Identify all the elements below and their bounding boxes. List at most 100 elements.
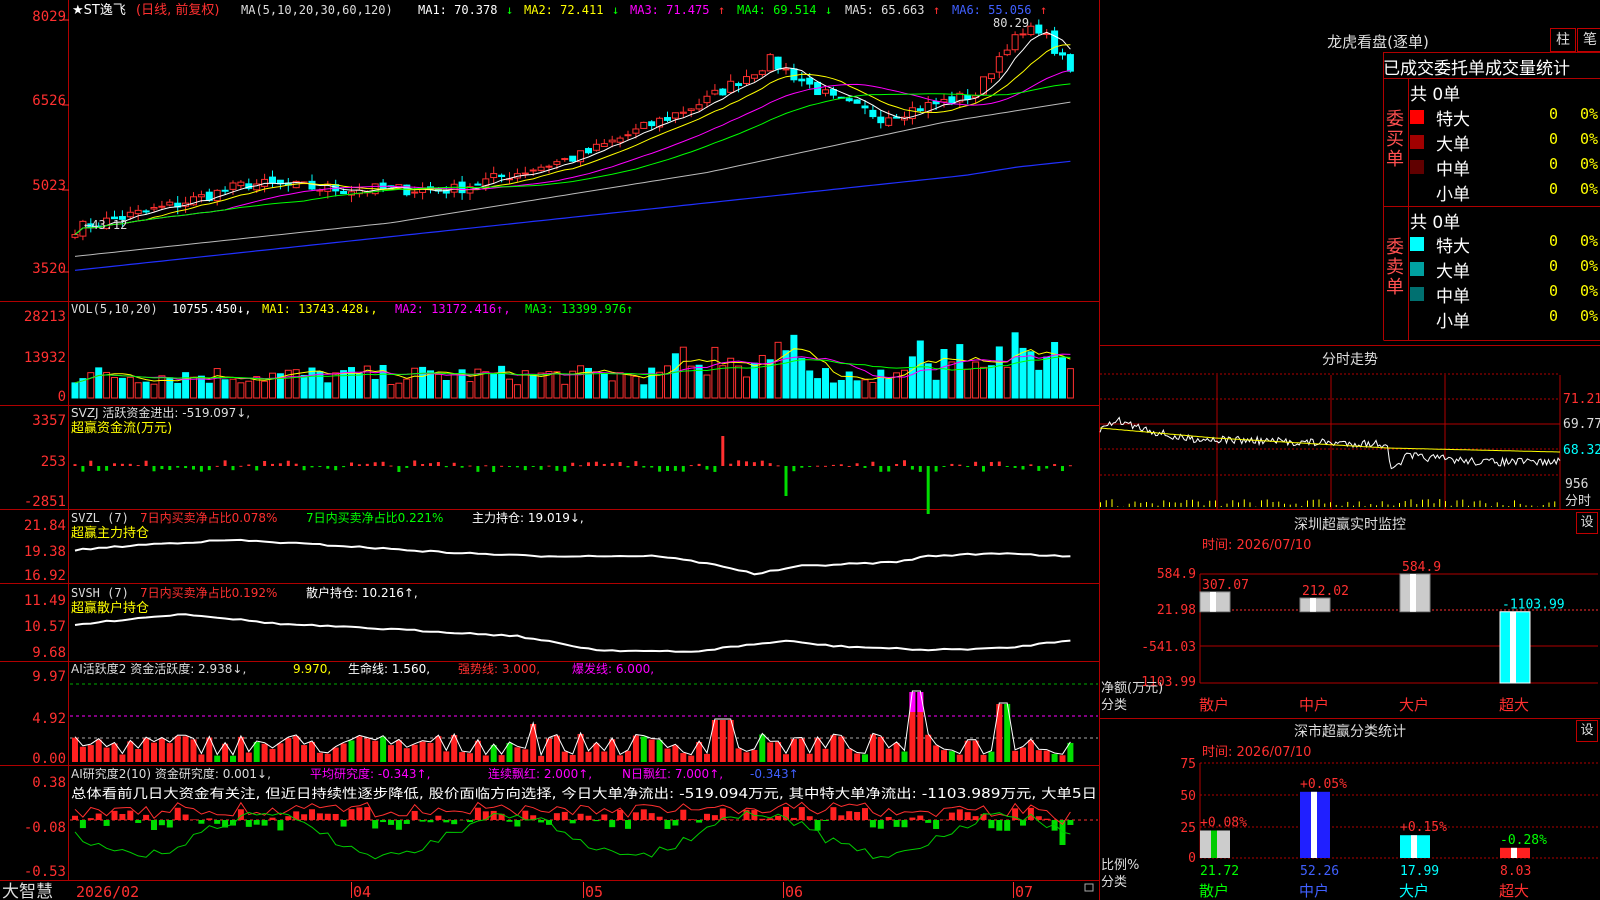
intraday-tick-1: 69.77 xyxy=(1563,417,1600,432)
svzj-bar xyxy=(942,466,946,467)
monitor-title: 深圳超赢实时监控 xyxy=(1294,517,1406,533)
buy-pct-medium: 0% xyxy=(1580,155,1599,173)
sell-pct-large: 0% xyxy=(1580,257,1599,275)
buy-swatch-small xyxy=(1410,185,1424,199)
ma3-arrow: ↑ xyxy=(718,3,725,17)
monitor-ytick-2: -541.03 xyxy=(1141,640,1196,655)
volume-bar xyxy=(261,380,269,399)
intraday-vol-bar xyxy=(1496,502,1498,507)
tick-mode-button[interactable]: 笔 xyxy=(1577,28,1600,52)
ai-research-panel[interactable] xyxy=(70,801,1098,860)
volume-bar xyxy=(750,362,758,399)
svzj-bar xyxy=(413,460,417,466)
svzj-bar xyxy=(184,466,188,469)
ai1-bar xyxy=(372,740,379,762)
ai1-bar xyxy=(293,735,300,762)
lock-icon[interactable] xyxy=(1084,883,1094,892)
volume-bar xyxy=(735,365,743,399)
ai2-bar xyxy=(174,807,181,820)
price-candle xyxy=(237,181,245,187)
monitor-settings-button[interactable]: 设 xyxy=(1576,512,1598,534)
monitor-bar-highlight xyxy=(1210,591,1216,612)
intraday-panel[interactable] xyxy=(1099,373,1561,509)
stats-value-label: 17.99 xyxy=(1400,864,1439,879)
ai1-bar xyxy=(340,743,347,762)
ai2-bar xyxy=(380,820,387,823)
price-candle xyxy=(743,76,750,84)
ai2-bar xyxy=(269,817,276,820)
ma1-arrow: ↓ xyxy=(506,3,513,17)
price-candle xyxy=(1003,49,1011,56)
ai2-bar xyxy=(727,819,734,820)
svzj-bar xyxy=(800,466,804,468)
volume-bar xyxy=(648,367,656,399)
ai1-bar xyxy=(72,737,78,762)
buy-swatch-huge xyxy=(1410,110,1424,124)
ma2-label: MA2: 72.411 xyxy=(524,3,603,17)
intraday-vol-bar xyxy=(1151,503,1153,507)
volume-bar xyxy=(213,368,221,399)
ai1-bar xyxy=(158,738,165,762)
x-label-4: 07 xyxy=(1015,883,1033,900)
buy-row-medium: 中单 0 0% xyxy=(1410,155,1600,180)
svzj-bar xyxy=(1029,464,1033,466)
volume-bar xyxy=(790,334,798,399)
volume-bar xyxy=(71,382,79,399)
svzj-bar xyxy=(271,463,274,466)
svzj-title: SVZJ 活跃资金进出: -519.097↓, xyxy=(71,405,250,420)
ma1-label: MA1: 70.378 xyxy=(418,3,497,17)
ai1-bar xyxy=(214,755,221,762)
svzj-panel[interactable] xyxy=(73,436,1072,514)
volume-bar xyxy=(387,383,395,399)
price-panel[interactable] xyxy=(62,19,1074,273)
price-candle xyxy=(648,121,656,127)
volume-bar xyxy=(419,366,427,399)
price-candle xyxy=(782,68,790,71)
svzj-bar xyxy=(120,463,124,466)
stats-ylabel-a: 比例% xyxy=(1101,858,1139,873)
svzj-bar xyxy=(421,464,425,466)
svzj-bar xyxy=(476,466,480,472)
stats-settings-button[interactable]: 设 xyxy=(1576,720,1598,742)
ai2-bar xyxy=(158,820,165,826)
svzl-panel[interactable] xyxy=(74,538,1071,576)
ai1-bar xyxy=(174,736,181,762)
price-candle xyxy=(553,161,561,165)
intraday-vol-bar xyxy=(1232,500,1234,507)
ai2-bar xyxy=(933,820,940,829)
buy-swatch-large xyxy=(1410,135,1424,149)
ai2-bar xyxy=(467,820,473,823)
volume-bar xyxy=(506,378,513,399)
volume-panel[interactable] xyxy=(71,332,1074,399)
ai2-bar xyxy=(356,807,363,820)
bar-mode-button[interactable]: 柱 xyxy=(1550,28,1576,52)
intraday-vol-bar xyxy=(1215,500,1216,507)
ai2-bar xyxy=(877,820,884,829)
ai2-bar xyxy=(143,814,150,820)
volume-bar xyxy=(940,349,948,399)
ai-activity-panel[interactable] xyxy=(70,683,1098,762)
ai1-title-e: 爆发线: 6.000, xyxy=(572,661,654,676)
volume-bar xyxy=(719,365,727,399)
intraday-vol-bar xyxy=(1180,502,1182,507)
volume-bar xyxy=(758,354,766,399)
svzj-bar xyxy=(81,466,85,472)
svsh-panel[interactable] xyxy=(74,613,1071,653)
svzj-bar xyxy=(642,466,646,468)
svzj-bar xyxy=(863,466,867,468)
stats-change-label: +0.15% xyxy=(1400,820,1447,835)
svzl-line xyxy=(74,538,1071,576)
intraday-vol-bar xyxy=(1439,499,1441,507)
svzj-bar xyxy=(294,463,298,466)
svzj-bar xyxy=(286,460,290,466)
svzj-bar xyxy=(1005,466,1009,467)
ai2-bar xyxy=(182,814,189,820)
monitor-value-label: 212.02 xyxy=(1302,584,1349,599)
volume-bar xyxy=(924,363,932,399)
buy-count-medium: 0 xyxy=(1548,155,1558,173)
svzj-bar xyxy=(982,466,985,472)
volume-bar xyxy=(221,379,229,399)
ai1-bar xyxy=(956,754,963,762)
ai2-bar xyxy=(506,820,513,822)
svzj-bar xyxy=(1013,466,1017,468)
